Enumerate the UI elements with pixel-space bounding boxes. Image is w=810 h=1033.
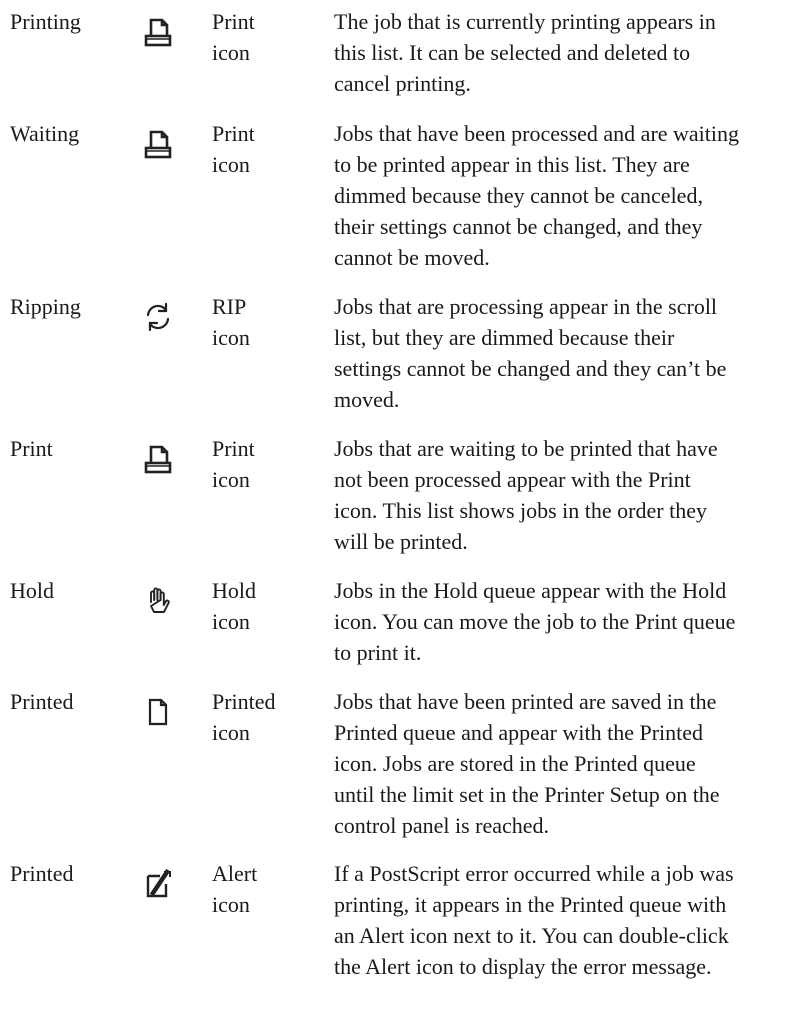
description: The job that is currently printing appea… [334,9,716,96]
description: Jobs that have been printed are saved in… [334,689,720,838]
queue-state: Printed [10,861,74,886]
description: If a PostScript error occurred while a j… [334,861,734,979]
icon-name: Hold icon [212,578,256,634]
icon-name: Alert icon [212,861,258,917]
icon-name: Print icon [212,121,255,177]
description: Jobs that are processing appear in the s… [334,294,727,412]
print-icon [142,16,174,48]
icon-name: Print icon [212,436,255,492]
alert-icon [142,868,174,900]
print-icon [142,128,174,160]
rip-icon [142,301,174,333]
description: Jobs in the Hold queue appear with the H… [334,578,736,665]
queue-state: Printed [10,689,74,714]
icon-name: RIP icon [212,294,250,350]
queue-state: Print [10,436,53,461]
print-icon [142,443,174,475]
queue-state: Ripping [10,294,81,319]
description: Jobs that are waiting to be printed that… [334,436,718,554]
queue-state: Printing [10,9,81,34]
queue-state: Hold [10,578,54,603]
printed-icon [142,696,174,728]
icon-name: Print icon [212,9,255,65]
hold-icon [142,585,174,617]
icon-name: Printed icon [212,689,276,745]
description: Jobs that have been processed and are wa… [334,121,740,270]
queue-state: Waiting [10,121,80,146]
